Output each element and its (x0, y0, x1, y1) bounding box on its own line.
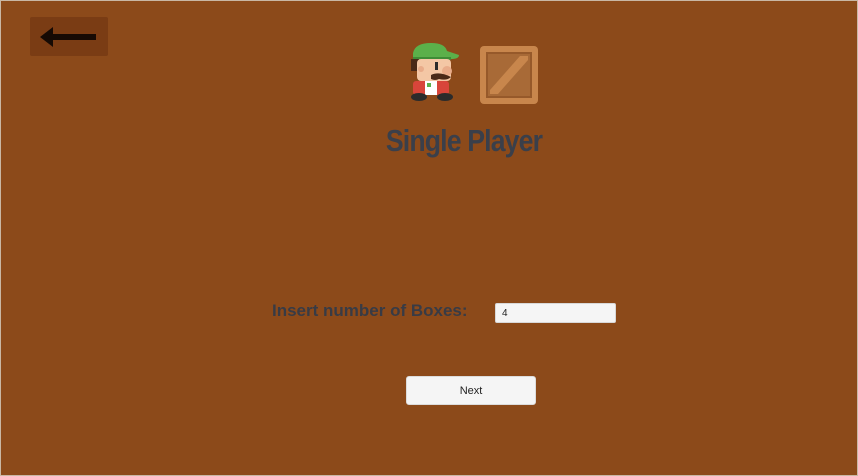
boxes-count-label: Insert number of Boxes: (272, 301, 468, 320)
boxes-count-input[interactable] (495, 303, 616, 323)
player-character-icon (411, 43, 459, 101)
next-button[interactable]: Next (406, 376, 536, 405)
game-screen: Single Player Insert number of Boxes: Ne… (0, 0, 858, 476)
page-title: Single Player (385, 123, 543, 158)
arrow-left-icon (40, 27, 96, 47)
wooden-crate-icon (480, 46, 538, 104)
back-button[interactable] (30, 17, 108, 56)
next-button-label: Next (459, 384, 483, 397)
